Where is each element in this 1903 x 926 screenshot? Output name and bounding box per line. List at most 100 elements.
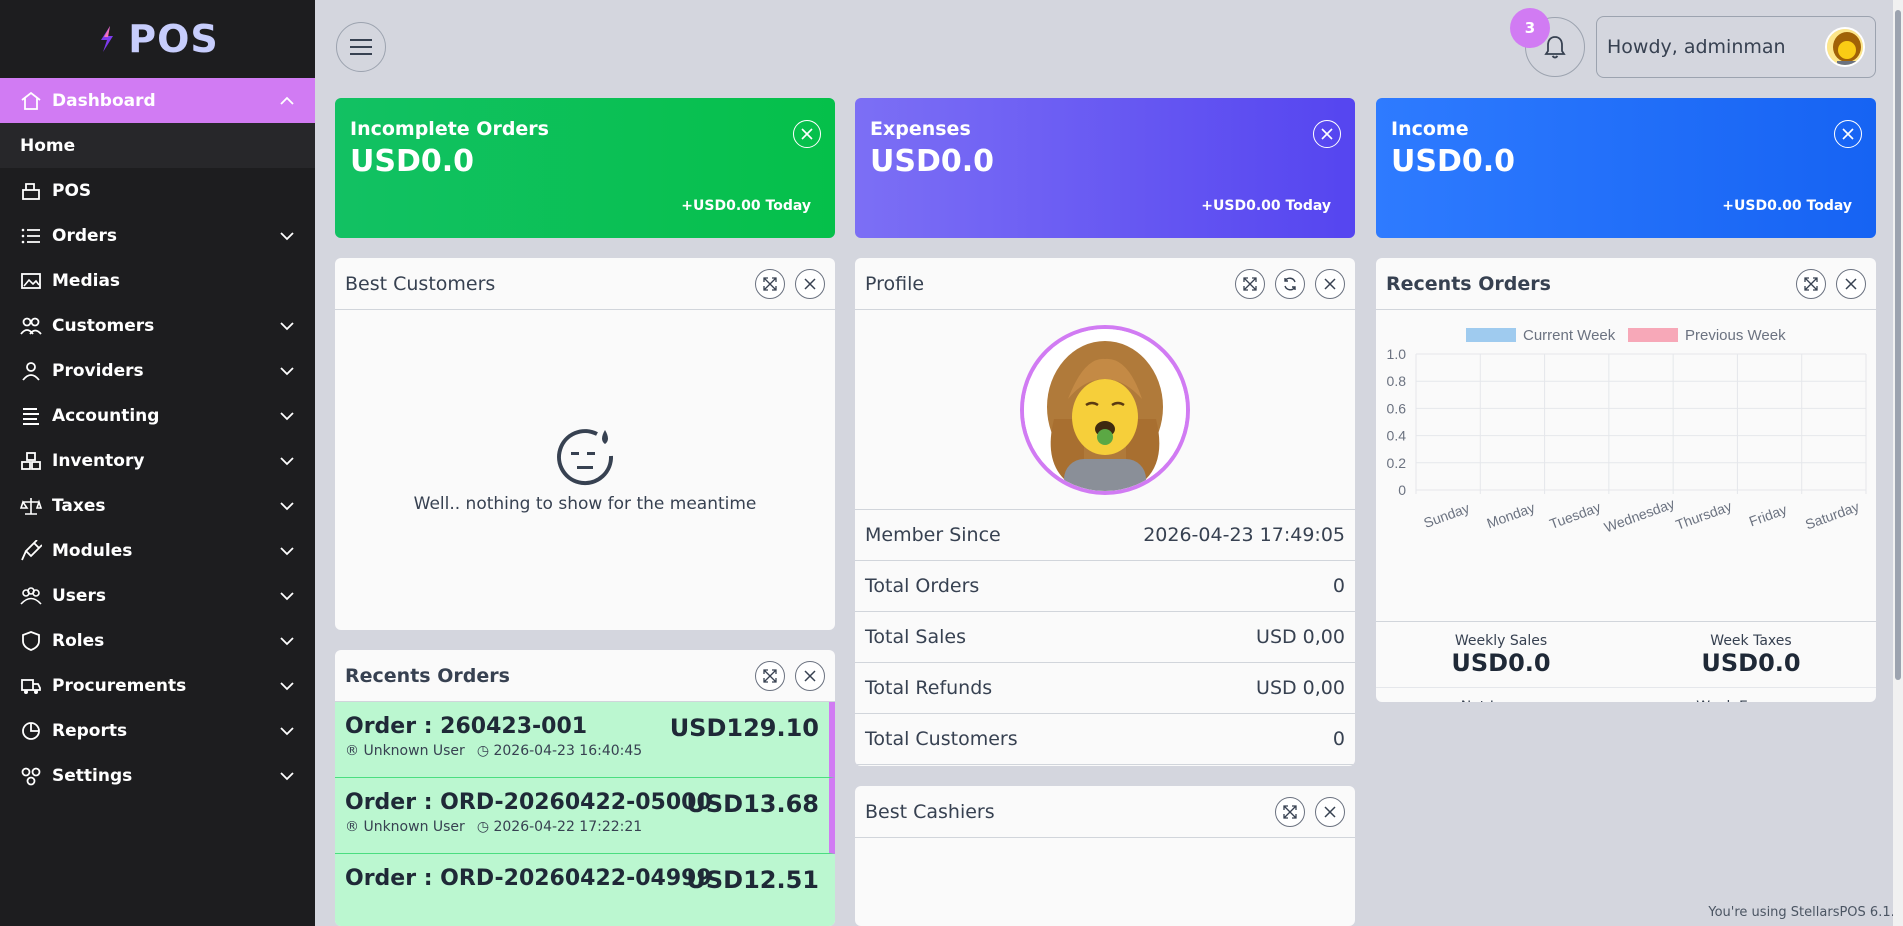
widget-title: Profile [865, 272, 925, 295]
user-menu[interactable]: Howdy, adminman [1596, 16, 1876, 78]
chevron-up-icon[interactable] [279, 93, 295, 109]
close-icon [1321, 128, 1333, 140]
sidebar-item-label: Users [52, 585, 106, 606]
close-button[interactable] [1315, 268, 1345, 299]
x-tick-label: Friday [1747, 501, 1789, 529]
sidebar-item-orders[interactable]: Orders [0, 213, 315, 258]
app-logo[interactable]: POS [0, 0, 315, 78]
close-icon [801, 128, 813, 140]
chevron-down-icon[interactable] [279, 588, 295, 604]
expand-button[interactable] [1796, 268, 1826, 299]
chevron-down-icon[interactable] [279, 453, 295, 469]
order-item[interactable]: Order : ORD-20260422-05000 USD13.68 ® Un… [335, 778, 835, 854]
kpi-label: Weekly Sales [1454, 632, 1548, 649]
close-card-button[interactable] [793, 120, 821, 148]
sidebar-item-settings[interactable]: Settings [0, 753, 315, 798]
close-icon [1324, 277, 1336, 290]
chevron-down-icon[interactable] [279, 633, 295, 649]
close-button[interactable] [795, 660, 825, 691]
chevron-down-icon[interactable] [279, 363, 295, 379]
expand-button[interactable] [755, 660, 785, 691]
expand-icon [763, 276, 777, 291]
card-today: +USD0.00 Today [1201, 198, 1331, 214]
chevron-down-icon[interactable] [279, 543, 295, 559]
order-user: ® Unknown User [345, 819, 465, 835]
sidebar-item-dashboard[interactable]: Dashboard [0, 78, 315, 123]
sidebar-item-label: Modules [52, 540, 133, 561]
sidebar-item-inventory[interactable]: Inventory [0, 438, 315, 483]
card-value: USD0.0 [870, 144, 995, 179]
close-button[interactable] [795, 268, 825, 299]
profile-stat-row: Member Since 2026-04-23 17:49:05 [855, 510, 1355, 561]
chevron-down-icon[interactable] [279, 228, 295, 244]
scale-icon [20, 495, 42, 517]
chevron-down-icon[interactable] [279, 723, 295, 739]
chevron-down-icon[interactable] [279, 408, 295, 424]
close-card-button[interactable] [1834, 120, 1862, 148]
card-today: +USD0.00 Today [681, 198, 811, 214]
sidebar: POS Dashboard Home POS Orders Medias Customer… [0, 0, 315, 926]
close-icon [1842, 128, 1854, 140]
chevron-down-icon[interactable] [279, 768, 295, 784]
expand-button[interactable] [1235, 268, 1265, 299]
sidebar-item-medias[interactable]: Medias [0, 258, 315, 303]
page-scrollbar[interactable] [1893, 0, 1903, 926]
notification-badge: 3 [1510, 8, 1550, 48]
sidebar-item-roles[interactable]: Roles [0, 618, 315, 663]
stat-value: 0 [1332, 575, 1345, 597]
scrollbar-thumb[interactable] [1895, 10, 1901, 680]
stat-label: Member Since [865, 524, 1001, 546]
boxes-icon [20, 450, 42, 472]
x-tick-label: Wednesday [1602, 495, 1677, 535]
x-tick-label: Tuesday [1547, 499, 1602, 532]
sidebar-item-providers[interactable]: Providers [0, 348, 315, 393]
sidebar-item-pos[interactable]: POS [0, 168, 315, 213]
kpi-label: Week Taxes [1710, 632, 1792, 649]
close-button[interactable] [1836, 268, 1866, 299]
sad-face-icon [557, 429, 614, 486]
sidebar-item-taxes[interactable]: Taxes [0, 483, 315, 528]
expand-icon [1283, 804, 1297, 819]
menu-toggle-button[interactable] [336, 22, 386, 72]
sidebar-item-modules[interactable]: Modules [0, 528, 315, 573]
expand-button[interactable] [755, 268, 785, 299]
sidebar-item-label: Roles [52, 630, 105, 651]
legend-label: Current Week [1523, 327, 1616, 344]
income-card: Income USD0.0 +USD0.00 Today [1376, 98, 1876, 238]
order-date-text: 2026-04-23 16:40:45 [493, 743, 643, 759]
refresh-button[interactable] [1275, 268, 1305, 299]
expand-icon [1243, 276, 1257, 291]
logo-icon [101, 26, 114, 52]
sidebar-item-home[interactable]: Home [0, 123, 315, 168]
close-button[interactable] [1315, 796, 1345, 827]
order-item[interactable]: Order : 260423-001 USD129.10 ® Unknown U… [335, 702, 835, 778]
close-icon [1845, 277, 1857, 290]
chevron-down-icon[interactable] [279, 498, 295, 514]
card-title: Expenses [870, 118, 971, 140]
y-tick-label: 0 [1398, 482, 1406, 498]
close-card-button[interactable] [1313, 120, 1341, 148]
incomplete-orders-card: Incomplete Orders USD0.0 +USD0.00 Today [335, 98, 835, 238]
best-cashiers-widget: Best Cashiers [855, 786, 1355, 926]
sidebar-item-procurements[interactable]: Procurements [0, 663, 315, 708]
expand-button[interactable] [1275, 796, 1305, 827]
weekly-orders-chart: Current Week Previous Week 1.0 0.8 0.6 0.4 0.2… [1387, 327, 1867, 535]
sidebar-item-accounting[interactable]: Accounting [0, 393, 315, 438]
order-date: ◷ 2026-04-23 16:40:45 [476, 743, 643, 759]
stat-value: USD 0,00 [1256, 677, 1345, 699]
chevron-down-icon[interactable] [279, 678, 295, 694]
list-icon [20, 225, 42, 247]
kpi-label: Net Income [1461, 699, 1542, 703]
sidebar-item-customers[interactable]: Customers [0, 303, 315, 348]
y-tick-label: 0.8 [1387, 373, 1407, 389]
sidebar-item-label: Procurements [52, 675, 187, 696]
chevron-down-icon[interactable] [279, 318, 295, 334]
profile-stat-row: Total Customers 0 [855, 714, 1355, 765]
sidebar-item-users[interactable]: Users [0, 573, 315, 618]
widget-title: Recents Orders [345, 664, 510, 687]
order-user-name: Unknown User [363, 819, 465, 835]
sidebar-item-reports[interactable]: Reports [0, 708, 315, 753]
x-tick-label: Thursday [1673, 498, 1733, 533]
ledger-icon [20, 405, 42, 427]
order-item[interactable]: Order : ORD-20260422-04999 USD12.51 [335, 854, 835, 926]
